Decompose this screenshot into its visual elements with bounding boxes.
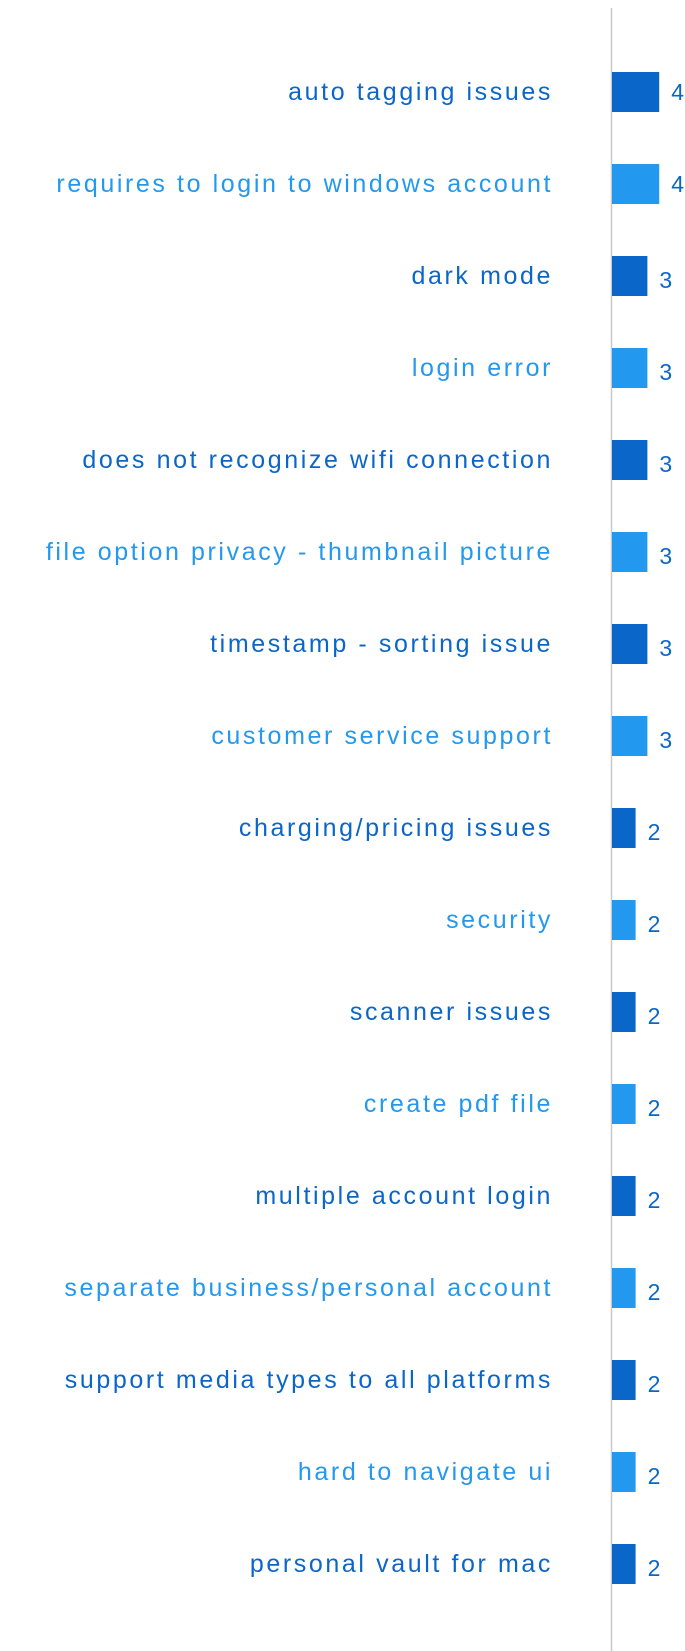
bar-chart: auto tagging issues requires to login to … xyxy=(46,8,684,1651)
category-label: login error xyxy=(412,354,553,382)
value-label: 3 xyxy=(659,359,672,385)
bar xyxy=(612,1268,636,1308)
bar xyxy=(612,992,636,1032)
category-label: support media types to all platforms xyxy=(65,1366,553,1394)
category-label: customer service support xyxy=(211,722,553,750)
value-label: 2 xyxy=(648,819,661,845)
value-label: 3 xyxy=(659,451,672,477)
bar xyxy=(612,348,648,388)
bar xyxy=(612,1176,636,1216)
category-label: auto tagging issues xyxy=(288,78,553,106)
value-label: 2 xyxy=(648,1463,661,1489)
value-label: 2 xyxy=(648,1187,661,1213)
category-label: multiple account login xyxy=(255,1182,553,1210)
category-label: does not recognize wifi connection xyxy=(82,446,553,474)
bar xyxy=(612,440,648,480)
bar xyxy=(612,1452,636,1492)
value-label: 2 xyxy=(648,1371,661,1397)
value-label: 2 xyxy=(648,1279,661,1305)
bar xyxy=(612,900,636,940)
category-label: timestamp - sorting issue xyxy=(210,630,553,658)
category-label: file option privacy - thumbnail picture xyxy=(46,538,553,566)
value-label: 4 xyxy=(671,79,684,105)
category-label: personal vault for mac xyxy=(250,1550,553,1578)
value-label: 2 xyxy=(648,911,661,937)
bar xyxy=(612,1544,636,1584)
bar xyxy=(612,1360,636,1400)
category-label: hard to navigate ui xyxy=(298,1458,553,1486)
bar xyxy=(612,808,636,848)
value-label: 4 xyxy=(671,171,684,197)
bar xyxy=(612,716,648,756)
category-label: security xyxy=(446,906,553,934)
value-label: 3 xyxy=(659,727,672,753)
category-label: requires to login to windows account xyxy=(56,170,553,198)
value-label: 3 xyxy=(659,543,672,569)
value-label: 3 xyxy=(659,635,672,661)
category-label: charging/pricing issues xyxy=(239,814,553,842)
category-label: create pdf file xyxy=(364,1090,553,1118)
category-label: dark mode xyxy=(411,262,553,290)
value-label: 2 xyxy=(648,1095,661,1121)
bar xyxy=(612,624,648,664)
bar xyxy=(612,164,660,204)
value-label: 2 xyxy=(648,1555,661,1581)
bar xyxy=(612,1084,636,1124)
category-label: separate business/personal account xyxy=(64,1274,553,1302)
bar xyxy=(612,532,648,572)
bar xyxy=(612,72,660,112)
value-label: 3 xyxy=(659,267,672,293)
category-label: scanner issues xyxy=(350,998,553,1026)
bar xyxy=(612,256,648,296)
value-label: 2 xyxy=(648,1003,661,1029)
